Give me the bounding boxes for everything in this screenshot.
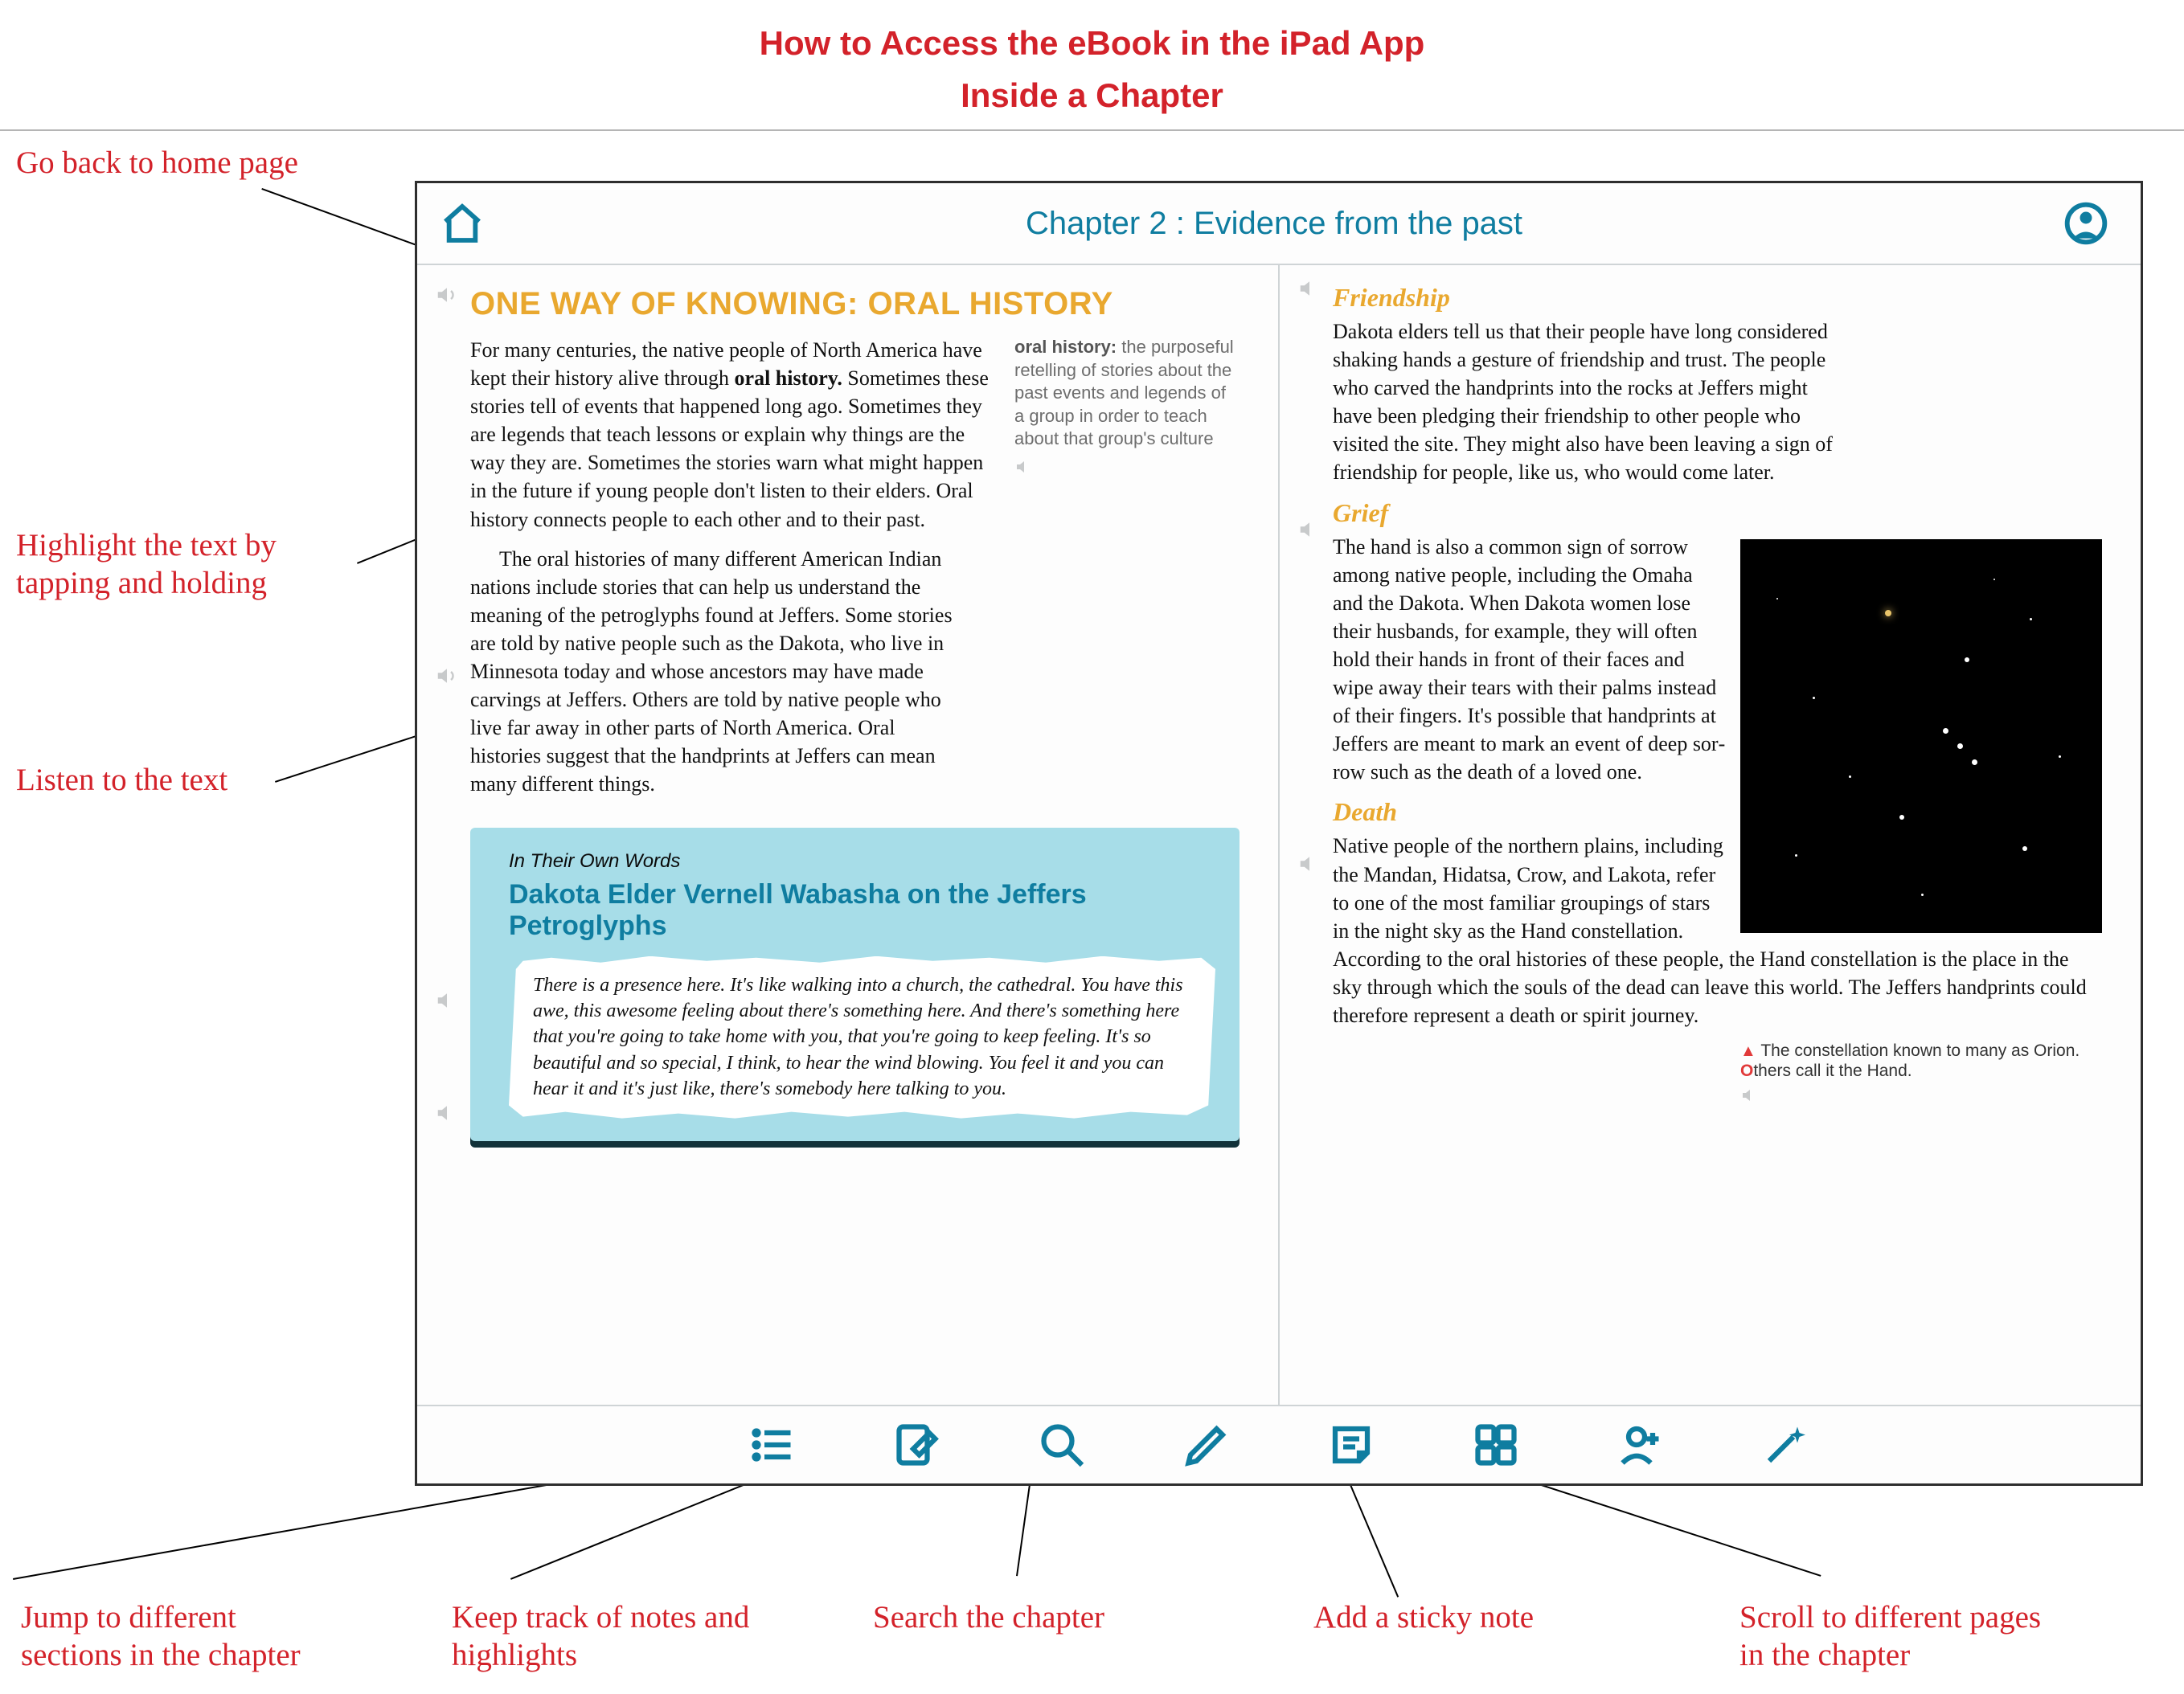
image-caption: ▲ The constellation known to many as Ori…: [1740, 1041, 2102, 1111]
p1-text-c: Sometimes these stories tell of events t…: [470, 366, 989, 530]
tts-speaker-button[interactable]: [435, 283, 459, 307]
home-icon: [440, 201, 485, 246]
tts-speaker-button[interactable]: [435, 1101, 459, 1125]
p1-bold-term: oral history.: [735, 366, 842, 390]
doc-title-line1: How to Access the eBook in the iPad App: [0, 0, 2184, 76]
constellation-image: [1740, 539, 2102, 933]
home-button[interactable]: [440, 201, 485, 246]
ipad-app-frame: Chapter 2 : Evidence from the past ONE W…: [415, 181, 2143, 1486]
tts-speaker-button[interactable]: [1740, 1086, 1760, 1105]
app-header-bar: Chapter 2 : Evidence from the past: [417, 183, 2141, 265]
callout-highlight-l2: tapping and holding: [16, 566, 267, 600]
callout-home: Go back to home page: [16, 145, 298, 182]
share-button[interactable]: [1616, 1421, 1665, 1469]
subhead-friendship: Friendship: [1333, 283, 2102, 313]
caption-tri: ▲: [1740, 1042, 1760, 1060]
definition-sidebar: oral history: the purposeful retelling o…: [1014, 336, 1240, 545]
title-divider: [0, 129, 2184, 131]
caption-main: The constellation known to many as Orion…: [1760, 1041, 2080, 1060]
profile-icon: [2063, 201, 2108, 246]
section-heading[interactable]: ONE WAY OF KNOWING: ORAL HISTORY: [470, 286, 1240, 321]
grid-icon: [1472, 1421, 1520, 1469]
search-icon: [1038, 1421, 1086, 1469]
sticky-note-button[interactable]: [1327, 1421, 1375, 1469]
page-spread[interactable]: ONE WAY OF KNOWING: ORAL HISTORY For man…: [417, 265, 2141, 1405]
body-paragraph-2[interactable]: The oral histories of many different Ame…: [470, 545, 953, 799]
doc-title-line2: Inside a Chapter: [0, 76, 2184, 129]
callout-pages-l2: in the chapter: [1739, 1638, 1910, 1672]
pencil-icon: [1182, 1421, 1231, 1469]
quote-kicker: In Their Own Words: [509, 850, 1215, 873]
caption-o: O: [1740, 1062, 1753, 1080]
callout-sections-l2: sections in the chapter: [21, 1638, 301, 1672]
tts-speaker-button[interactable]: [435, 664, 459, 688]
sections-button[interactable]: [748, 1421, 797, 1469]
tts-speaker-button[interactable]: [1297, 276, 1321, 301]
subhead-grief: Grief: [1333, 498, 2102, 528]
wand-icon: [1761, 1421, 1809, 1469]
search-button[interactable]: [1038, 1421, 1086, 1469]
friendship-body[interactable]: Dakota elders tell us that their people …: [1333, 317, 1847, 487]
caption-rest: thers call it the Hand.: [1753, 1062, 1912, 1080]
chapter-title: Chapter 2 : Evidence from the past: [485, 206, 2063, 242]
callout-highlight-l1: Highlight the text by: [16, 528, 277, 563]
callout-notes: Keep track of notes and highlights: [452, 1599, 749, 1675]
right-page: Friendship Dakota elders tell us that th…: [1278, 265, 2141, 1405]
callout-search: Search the chapter: [873, 1599, 1104, 1637]
body-paragraph-1[interactable]: For many centuries, the native people of…: [470, 336, 992, 534]
callout-highlight: Highlight the text by tapping and holdin…: [16, 527, 277, 603]
tts-speaker-button[interactable]: [1297, 852, 1321, 876]
callout-notes-l1: Keep track of notes and: [452, 1600, 749, 1635]
quote-box: In Their Own Words Dakota Elder Vernell …: [470, 828, 1240, 1141]
callout-sections-l1: Jump to different: [21, 1600, 236, 1635]
tts-speaker-button[interactable]: [1297, 518, 1321, 542]
callout-sections: Jump to different sections in the chapte…: [21, 1599, 301, 1675]
callout-listen: Listen to the text: [16, 762, 227, 800]
notes-highlights-icon: [893, 1421, 941, 1469]
quote-body[interactable]: There is a presence here. It's like walk…: [509, 956, 1215, 1119]
profile-button[interactable]: [2063, 201, 2108, 246]
notes-button[interactable]: [893, 1421, 941, 1469]
bottom-toolbar: [417, 1405, 2141, 1483]
share-user-icon: [1616, 1421, 1665, 1469]
pointer-line: [275, 731, 428, 783]
highlight-button[interactable]: [1182, 1421, 1231, 1469]
sections-list-icon: [748, 1421, 797, 1469]
left-page: ONE WAY OF KNOWING: ORAL HISTORY For man…: [417, 265, 1278, 1405]
sticky-note-icon: [1327, 1421, 1375, 1469]
callout-pages-l1: Scroll to different pages: [1739, 1600, 2041, 1635]
callout-notes-l2: highlights: [452, 1638, 577, 1672]
tools-button[interactable]: [1761, 1421, 1809, 1469]
callout-sticky: Add a sticky note: [1313, 1599, 1534, 1637]
tts-speaker-button[interactable]: [435, 988, 459, 1013]
quote-title: Dakota Elder Vernell Wabasha on the Jeff…: [509, 879, 1215, 942]
page-grid-button[interactable]: [1472, 1421, 1520, 1469]
def-term: oral history:: [1014, 337, 1117, 357]
callout-pages: Scroll to different pages in the chapter: [1739, 1599, 2041, 1675]
